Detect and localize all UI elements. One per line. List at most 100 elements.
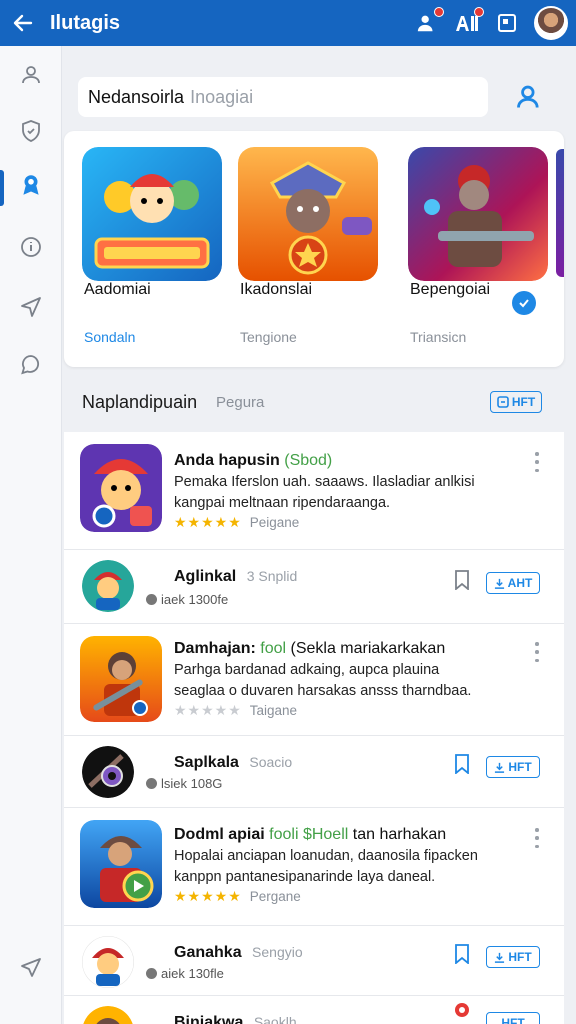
install-button[interactable]: HFT <box>486 756 540 778</box>
rating-stars: ★★★★★ <box>174 888 242 904</box>
featured-carousel: Aadomiai Sondaln Ikadonslai Tengione Bep… <box>64 131 564 367</box>
notification-badge <box>434 7 444 17</box>
list-item[interactable]: Aglinkal 3 Snplid iaek 1300fe AHT <box>64 550 564 624</box>
ads-button[interactable] <box>454 7 484 36</box>
sidebar <box>0 46 62 1024</box>
list-item[interactable]: Biniakwa Saoklh HFT <box>64 996 564 1024</box>
app-name: Dodml apiai fooli $Hoell tan harhakan <box>174 826 446 844</box>
filter-icon <box>497 396 509 408</box>
ads-badge <box>474 7 484 17</box>
app-icon <box>80 636 162 722</box>
app-name: Damhajan: fool (Sekla mariakarkakan <box>174 640 445 658</box>
section-filter-button[interactable]: HFT <box>490 391 542 413</box>
app-title: Anda hapusin <box>174 452 280 469</box>
app-name: Ganahka Sengyio <box>174 944 303 962</box>
user-icon <box>517 85 539 108</box>
app-title: Biniakwa <box>174 1014 244 1024</box>
sidebar-item-security[interactable] <box>0 106 62 156</box>
install-label: HFT <box>508 760 532 774</box>
badge-icon <box>23 175 39 195</box>
more-options-button[interactable] <box>530 828 544 848</box>
desc-line: Parhga bardanad adkaing, aupca plauina <box>174 662 440 678</box>
app-description: Parhga bardanad adkaing, aupca plauina s… <box>174 660 471 702</box>
app-icon <box>83 1006 133 1024</box>
app-thumbnail <box>408 147 548 281</box>
sidebar-item-info[interactable] <box>0 222 62 272</box>
install-label: HFT <box>501 1016 525 1024</box>
list-item[interactable]: Ganahka Sengyio aiek 130fle HFT <box>64 926 564 996</box>
more-options-button[interactable] <box>530 642 544 662</box>
app-title: Ilutagis <box>50 11 121 34</box>
featured-app-2[interactable] <box>238 147 378 286</box>
app-meta: iaek 1300fe <box>146 592 228 607</box>
install-button[interactable]: HFT <box>486 946 540 968</box>
section-title: Naplandipuain <box>82 392 198 412</box>
list-item[interactable]: Dodml apiai fooli $Hoell tan harhakan Ho… <box>64 808 564 926</box>
download-icon <box>146 594 157 605</box>
app-title: Saplkala <box>174 754 239 771</box>
featured-app-3[interactable] <box>408 147 548 286</box>
app-description: Pemaka Iferslon uah. saaaws. Ilasladiar … <box>174 472 475 514</box>
install-label: AHT <box>507 576 533 590</box>
app-icon <box>80 820 162 908</box>
app-description: Hopalai anciapan loanudan, daanosila fip… <box>174 846 478 888</box>
app-meta-text: aiek 130fle <box>161 966 224 981</box>
more-options-button[interactable] <box>530 452 544 472</box>
sidebar-item-send[interactable] <box>0 282 62 332</box>
bookmark-icon[interactable] <box>454 570 470 590</box>
app-meta: lsiek 108G <box>146 776 222 791</box>
featured-app-name: Aadomiai <box>84 281 151 298</box>
desc-line: Pemaka Iferslon uah. saaaws. Ilasladiar … <box>174 474 475 490</box>
sidebar-item-share[interactable] <box>0 942 62 992</box>
shield-icon <box>22 120 40 142</box>
app-name: Biniakwa Saoklh <box>174 1014 297 1024</box>
download-icon <box>146 968 157 979</box>
app-thumbnail <box>82 147 222 281</box>
sidebar-item-chat[interactable] <box>0 340 62 390</box>
back-button[interactable] <box>0 0 46 46</box>
app-title: Damhajan: <box>174 640 256 657</box>
list-item[interactable]: Saplkala Soacio lsiek 108G HFT <box>64 736 564 808</box>
notifications-button[interactable] <box>414 7 444 36</box>
rating: ★★★★★ Peigane <box>174 514 299 531</box>
app-title: Ganahka <box>174 944 242 961</box>
sidebar-item-profile[interactable] <box>0 50 62 100</box>
send-icon <box>21 297 41 317</box>
app-icon <box>82 560 134 612</box>
app-tag: fooli $Hoell <box>269 826 349 843</box>
app-name: Anda hapusin (Sbod) <box>174 452 332 470</box>
info-icon <box>21 237 41 257</box>
sidebar-item-achievements[interactable] <box>0 160 62 210</box>
back-arrow-icon <box>13 14 33 32</box>
install-button[interactable]: HFT <box>486 1012 540 1024</box>
bookmark-icon[interactable] <box>454 944 470 964</box>
desc-line: Hopalai anciapan loanudan, daanosila fip… <box>174 848 478 864</box>
search-input[interactable]: Nedansoirla Inoagiai <box>78 77 488 117</box>
tablet-button[interactable] <box>494 10 520 36</box>
user-icon <box>22 66 40 84</box>
search-value: Nedansoirla <box>88 86 185 107</box>
profile-avatar[interactable] <box>534 6 568 40</box>
download-icon <box>495 762 505 773</box>
list-item[interactable]: Damhajan: fool (Sekla mariakarkakan Parh… <box>64 624 564 736</box>
app-name: Aglinkal 3 Snplid <box>174 568 297 586</box>
install-button[interactable]: AHT <box>486 572 540 594</box>
download-icon <box>494 578 504 589</box>
download-icon <box>495 952 505 963</box>
top-app-bar: Ilutagis <box>0 0 576 46</box>
search-placeholder: Inoagiai <box>190 86 254 107</box>
featured-app-sub: Tengione <box>240 329 297 345</box>
pin-icon[interactable] <box>454 1002 470 1022</box>
bookmark-icon[interactable] <box>454 754 470 774</box>
list-item[interactable]: Anda hapusin (Sbod) Pemaka Iferslon uah.… <box>64 432 564 550</box>
featured-app-name: Ikadonslai <box>240 281 313 298</box>
app-icon <box>82 746 134 798</box>
rating-label: Peigane <box>249 515 300 530</box>
app-title: Dodml apiai <box>174 826 265 843</box>
search-user-button[interactable] <box>512 80 546 114</box>
featured-app-sub: Triansicn <box>410 329 467 345</box>
install-label: HFT <box>508 950 532 964</box>
app-thumbnail <box>238 147 378 281</box>
check-icon <box>519 299 529 308</box>
featured-app-1[interactable] <box>82 147 222 286</box>
